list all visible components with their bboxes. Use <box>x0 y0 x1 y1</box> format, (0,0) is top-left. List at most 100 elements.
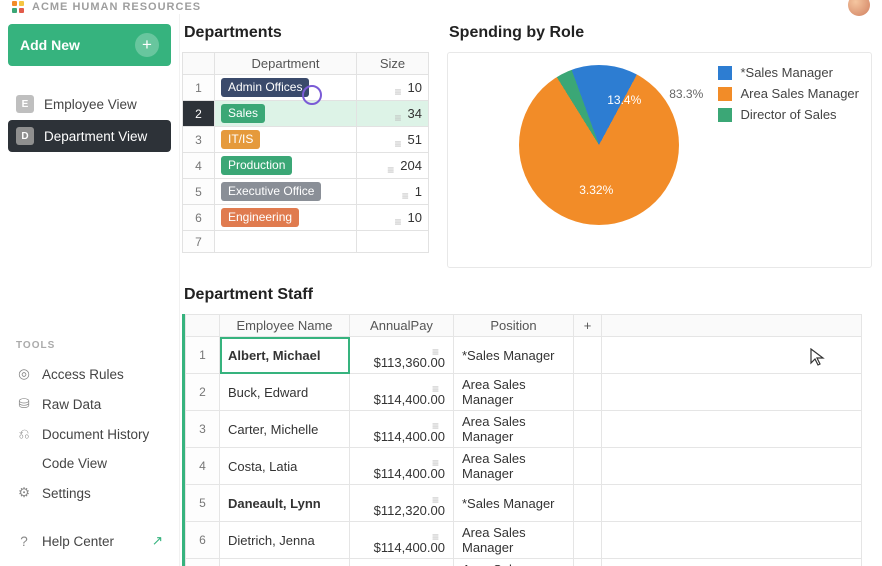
tool-access-rules[interactable]: ◎Access Rules <box>8 359 171 389</box>
dept-tag: Engineering <box>221 208 299 227</box>
list-icon <box>426 455 439 465</box>
tool-raw-data[interactable]: ⛁Raw Data <box>8 389 171 419</box>
list-icon <box>389 84 402 94</box>
row-number[interactable]: 1 <box>186 337 220 374</box>
row-number[interactable]: 2 <box>183 101 215 127</box>
employee-name-cell[interactable]: Carter, Michelle <box>220 411 350 448</box>
list-icon <box>389 110 402 120</box>
table-row[interactable]: 5 Daneault, Lynn $112,320.00 *Sales Mana… <box>186 485 862 522</box>
tool-document-history[interactable]: ⎌Document History <box>8 419 171 449</box>
list-icon <box>389 214 402 224</box>
help-center-link[interactable]: ? Help Center ↗ <box>8 526 171 556</box>
main-content: Departments Department Size 1 Admin Offi… <box>180 14 882 566</box>
view-label: Department View <box>44 129 147 144</box>
size-cell[interactable]: 10 <box>357 205 429 231</box>
table-row[interactable]: 5 Executive Office 1 <box>183 179 429 205</box>
pie-chart: 13.4%83.3%3.32% <box>519 65 699 245</box>
size-cell[interactable]: 10 <box>357 75 429 101</box>
col-annual-pay[interactable]: AnnualPay <box>350 315 454 337</box>
table-row[interactable]: 7 <box>183 231 429 253</box>
row-number[interactable]: 5 <box>183 179 215 205</box>
table-row[interactable]: 2 Sales 34 <box>183 101 429 127</box>
table-row[interactable]: 6 Dietrich, Jenna $114,400.00 Area Sales… <box>186 522 862 559</box>
row-number[interactable]: 5 <box>186 485 220 522</box>
departments-table[interactable]: Department Size 1 Admin Offices 102 Sale… <box>182 52 429 253</box>
col-position[interactable]: Position <box>454 315 574 337</box>
row-number[interactable]: 4 <box>186 448 220 485</box>
annual-pay-cell[interactable]: $114,400.00 <box>350 374 454 411</box>
dept-cell[interactable]: Executive Office <box>215 179 357 205</box>
annual-pay-cell[interactable]: $114,400.00 <box>350 448 454 485</box>
row-number[interactable]: 2 <box>186 374 220 411</box>
dept-tag: IT/IS <box>221 130 260 149</box>
tool-settings[interactable]: ⚙Settings <box>8 478 171 508</box>
chart-legend: *Sales ManagerArea Sales ManagerDirector… <box>718 65 859 255</box>
tool-code-view[interactable]: Code View <box>8 449 171 478</box>
staff-table[interactable]: Employee Name AnnualPay Position + 1 Alb… <box>185 314 862 566</box>
plus-icon: + <box>135 33 159 57</box>
legend-label: Area Sales Manager <box>740 86 859 101</box>
row-number[interactable]: 6 <box>183 205 215 231</box>
employee-name-cell[interactable]: Costa, Latia <box>220 448 350 485</box>
tool-label: Document History <box>42 427 149 442</box>
row-number[interactable]: 3 <box>183 127 215 153</box>
dept-cell[interactable]: IT/IS <box>215 127 357 153</box>
table-row[interactable]: 3 Carter, Michelle $114,400.00 Area Sale… <box>186 411 862 448</box>
employee-name-cell[interactable]: Dietrich, Jenna <box>220 522 350 559</box>
sidebar-view-employee-view[interactable]: EEmployee View <box>8 88 171 120</box>
legend-swatch <box>718 66 732 80</box>
dept-cell[interactable]: Admin Offices <box>215 75 357 101</box>
dept-cell[interactable] <box>215 231 357 253</box>
size-cell[interactable]: 34 <box>357 101 429 127</box>
position-cell[interactable]: *Sales Manager <box>454 337 574 374</box>
employee-name-cell[interactable]: Buck, Edward <box>220 374 350 411</box>
annual-pay-cell[interactable]: $114,400.00 <box>350 411 454 448</box>
row-number[interactable]: 6 <box>186 522 220 559</box>
size-cell[interactable]: 51 <box>357 127 429 153</box>
sidebar-view-department-view[interactable]: DDepartment View <box>8 120 171 152</box>
size-cell[interactable]: 204 <box>357 153 429 179</box>
dept-tag: Admin Offices <box>221 78 309 97</box>
table-row[interactable]: 6 Engineering 10 <box>183 205 429 231</box>
table-row[interactable]: 2 Buck, Edward $114,400.00 Area Sales Ma… <box>186 374 862 411</box>
add-new-button[interactable]: Add New + <box>8 24 171 66</box>
position-cell[interactable]: Area Sales Manager <box>454 559 574 566</box>
help-icon: ? <box>16 534 32 549</box>
table-row[interactable]: 1 Admin Offices 10 <box>183 75 429 101</box>
table-row[interactable]: 7 Digitale, Alfred $116,480.00 Area Sale… <box>186 559 862 566</box>
annual-pay-cell[interactable]: $112,320.00 <box>350 485 454 522</box>
row-number[interactable]: 1 <box>183 75 215 101</box>
position-cell[interactable]: Area Sales Manager <box>454 522 574 559</box>
settings-icon: ⚙ <box>16 485 32 501</box>
annual-pay-cell[interactable]: $113,360.00 <box>350 337 454 374</box>
annual-pay-cell[interactable]: $116,480.00 <box>350 559 454 566</box>
col-department[interactable]: Department <box>215 53 357 75</box>
employee-name-cell[interactable]: Daneault, Lynn <box>220 485 350 522</box>
position-cell[interactable]: Area Sales Manager <box>454 374 574 411</box>
table-row[interactable]: 4 Production 204 <box>183 153 429 179</box>
view-label: Employee View <box>44 97 137 112</box>
row-number[interactable]: 3 <box>186 411 220 448</box>
size-cell[interactable]: 1 <box>357 179 429 205</box>
table-row[interactable]: 1 Albert, Michael $113,360.00 *Sales Man… <box>186 337 862 374</box>
employee-name-cell[interactable]: Albert, Michael <box>220 337 350 374</box>
sidebar: Add New + EEmployee ViewDDepartment View… <box>0 14 180 566</box>
position-cell[interactable]: Area Sales Manager <box>454 411 574 448</box>
dept-cell[interactable]: Sales <box>215 101 357 127</box>
table-row[interactable]: 4 Costa, Latia $114,400.00 Area Sales Ma… <box>186 448 862 485</box>
chart-title: Spending by Role <box>449 24 872 42</box>
employee-name-cell[interactable]: Digitale, Alfred <box>220 559 350 566</box>
col-size[interactable]: Size <box>357 53 429 75</box>
dept-cell[interactable]: Engineering <box>215 205 357 231</box>
position-cell[interactable]: Area Sales Manager <box>454 448 574 485</box>
size-cell[interactable] <box>357 231 429 253</box>
row-number[interactable]: 7 <box>186 559 220 566</box>
row-number[interactable]: 4 <box>183 153 215 179</box>
row-number[interactable]: 7 <box>183 231 215 253</box>
annual-pay-cell[interactable]: $114,400.00 <box>350 522 454 559</box>
dept-cell[interactable]: Production <box>215 153 357 179</box>
add-column-button[interactable]: + <box>574 315 602 337</box>
table-row[interactable]: 3 IT/IS 51 <box>183 127 429 153</box>
position-cell[interactable]: *Sales Manager <box>454 485 574 522</box>
col-employee-name[interactable]: Employee Name <box>220 315 350 337</box>
